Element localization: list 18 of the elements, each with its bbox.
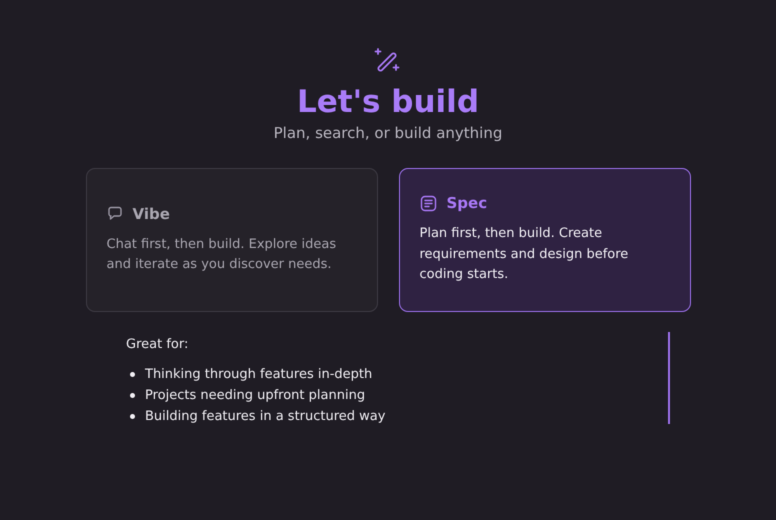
list-item: Building features in a structured way — [145, 408, 386, 426]
document-icon — [420, 194, 436, 212]
mode-card[interactable]: Spec Plan first, then build. Create requirements and design before coding starts. — [398, 168, 690, 312]
mode-card[interactable]: Vibe Chat first, then build. Explore ideas and iterate as you discover needs. — [86, 168, 378, 312]
bullet-icon — [130, 393, 135, 398]
bullet-icon — [130, 372, 135, 377]
mode-title: Vibe — [132, 204, 170, 222]
page-title: Let's build — [296, 83, 480, 122]
magic-wand-icon — [374, 46, 402, 74]
mode-description: Plan first, then build. Create requirements and design before coding starts. — [420, 225, 630, 284]
chat-bubble-icon — [106, 206, 122, 222]
mode-description: Chat first, then build. Explore ideas and iterate as you discover needs. — [106, 236, 338, 274]
bullet-icon — [130, 414, 135, 419]
page-subtitle: Plan, search, or build anything — [274, 124, 502, 142]
mode-title: Spec — [446, 194, 488, 212]
list-heading: Great for: — [126, 337, 190, 352]
list-item: Projects needing upfront planning — [145, 387, 366, 405]
list-item: Thinking through features in-depth — [145, 366, 372, 384]
